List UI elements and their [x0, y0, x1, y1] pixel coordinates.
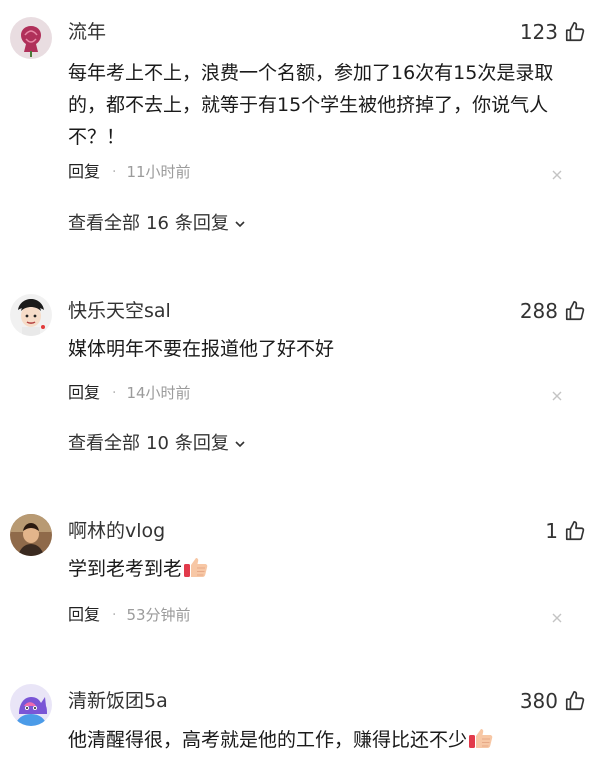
- view-all-replies-link[interactable]: 查看全部 10 条回复: [68, 433, 247, 455]
- close-icon[interactable]: [550, 168, 564, 182]
- username[interactable]: 流年: [68, 20, 106, 44]
- like-count: 123: [519, 20, 558, 44]
- view-all-replies-link[interactable]: 查看全部 16 条回复: [68, 213, 247, 235]
- timestamp: 14小时前: [126, 384, 191, 402]
- separator-dot: ·: [112, 164, 117, 180]
- view-replies-prefix: 查看全部: [68, 433, 140, 454]
- username[interactable]: 快乐天空sal: [68, 299, 171, 323]
- thumbs-up-emoji-icon: [469, 729, 493, 748]
- comment-text: 学到老考到老: [68, 558, 183, 580]
- avatar[interactable]: [10, 684, 52, 726]
- thumbs-up-emoji-icon: [184, 558, 208, 577]
- separator-dot: ·: [112, 385, 117, 401]
- chevron-down-icon: [235, 441, 245, 448]
- like-button[interactable]: 123: [520, 20, 586, 44]
- like-count: 288: [519, 299, 558, 323]
- view-replies-suffix: 条回复: [174, 213, 229, 234]
- comment-item: 啊林的vlog 1 学到老考到老 回复 · 53分钟前: [0, 500, 600, 660]
- like-count: 1: [545, 519, 558, 543]
- reply-count: 10: [146, 433, 169, 454]
- comment-text: 媒体明年不要在报道他了好不好: [68, 338, 335, 360]
- close-icon[interactable]: [550, 611, 564, 625]
- avatar[interactable]: [10, 17, 52, 59]
- reply-count: 16: [146, 213, 169, 234]
- comment-item: 清新饭团5a 380 他清醒得很，高考就是他的工作，赚得比还不少: [0, 670, 600, 778]
- username[interactable]: 清新饭团5a: [68, 689, 168, 713]
- comment-text: 他清醒得很，高考就是他的工作，赚得比还不少: [68, 729, 468, 751]
- like-button[interactable]: 380: [520, 689, 586, 713]
- username[interactable]: 啊林的vlog: [68, 519, 165, 543]
- like-button[interactable]: 288: [520, 299, 586, 323]
- avatar[interactable]: [10, 294, 52, 336]
- reply-row: 回复 · 14小时前: [68, 383, 191, 403]
- close-icon[interactable]: [550, 389, 564, 403]
- chevron-down-icon: [235, 221, 245, 228]
- thumbs-up-icon: [565, 22, 585, 42]
- timestamp: 53分钟前: [126, 606, 191, 624]
- comment-item: 流年 123 每年考上不上，浪费一个名额，参加了16次有15次是录取的，都不去上…: [0, 0, 600, 260]
- timestamp: 11小时前: [126, 163, 191, 181]
- thumbs-up-icon: [565, 691, 585, 711]
- thumbs-up-icon: [565, 301, 585, 321]
- reply-row: 回复 · 53分钟前: [68, 605, 191, 625]
- like-button[interactable]: 1: [545, 519, 586, 543]
- like-count: 380: [519, 689, 558, 713]
- separator-dot: ·: [112, 607, 117, 623]
- reply-row: 回复 · 11小时前: [68, 162, 191, 182]
- reply-button[interactable]: 回复: [68, 605, 100, 625]
- comment-text: 每年考上不上，浪费一个名额，参加了16次有15次是录取的，都不去上，就等于有15…: [68, 62, 554, 148]
- avatar[interactable]: [10, 514, 52, 556]
- comment-text-row: 学到老考到老: [68, 553, 568, 585]
- thumbs-up-icon: [565, 521, 585, 541]
- comment-item: 快乐天空sal 288 媒体明年不要在报道他了好不好 回复 · 14小时前 查看…: [0, 280, 600, 480]
- reply-button[interactable]: 回复: [68, 383, 100, 403]
- view-replies-prefix: 查看全部: [68, 213, 140, 234]
- comment-text-row: 他清醒得很，高考就是他的工作，赚得比还不少: [68, 724, 568, 756]
- reply-button[interactable]: 回复: [68, 162, 100, 182]
- view-replies-suffix: 条回复: [174, 433, 229, 454]
